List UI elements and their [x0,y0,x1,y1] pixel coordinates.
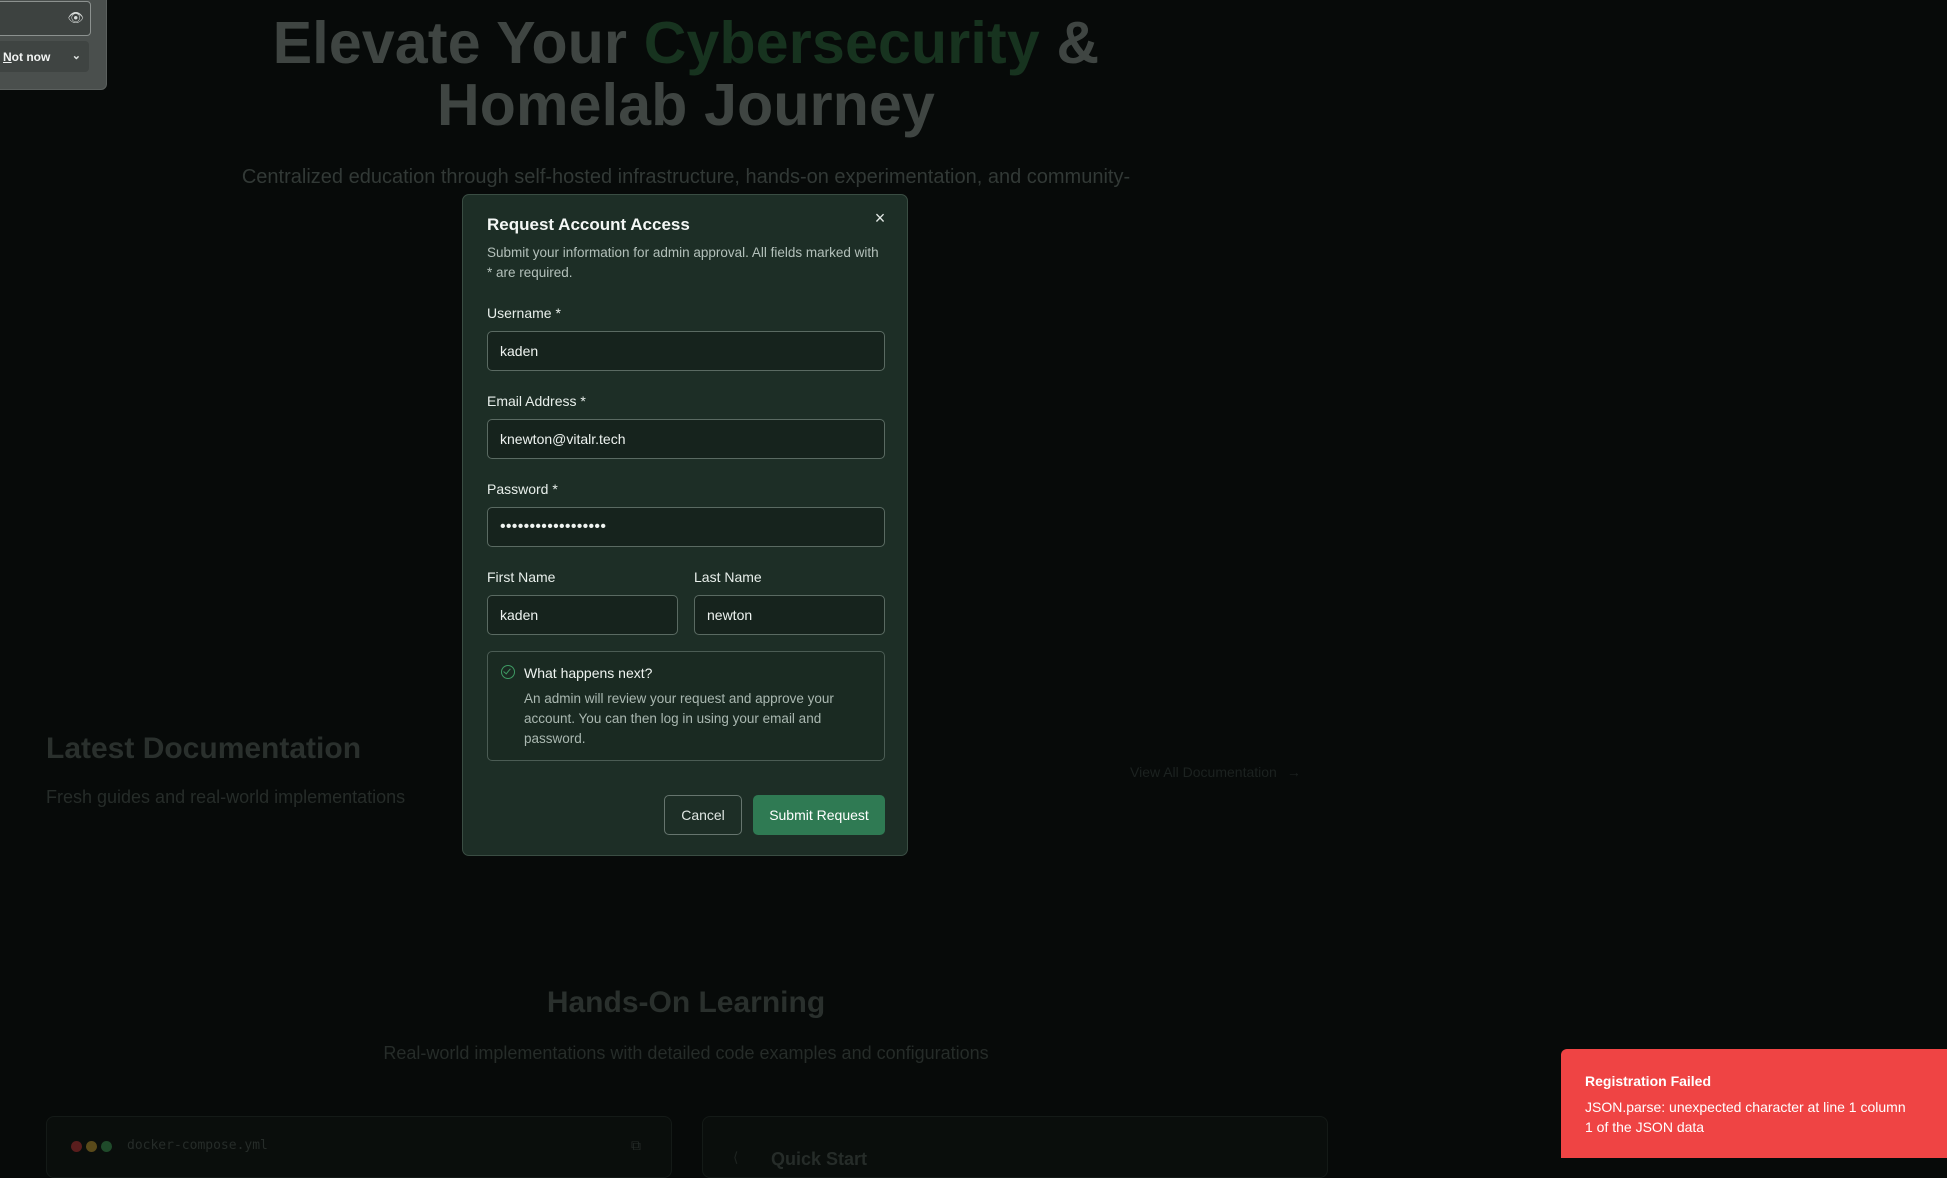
docs-section-title: Latest Documentation [46,732,362,765]
password-field[interactable] [487,507,885,547]
hands-on-subtitle: Real-world implementations with detailed… [383,1043,989,1063]
modal-description: Submit your information for admin approv… [487,245,879,280]
check-circle-icon [501,665,515,679]
green-dot-icon [101,1141,112,1152]
docs-section-subtitle: Fresh guides and real-world implementati… [46,787,406,807]
hero-title-accent: Cybersecurity [643,10,1040,76]
view-all-docs-label: View All Documentation [1130,764,1277,780]
password-label: Password * [487,481,558,497]
yellow-dot-icon [86,1141,97,1152]
last-name-field[interactable] [694,595,885,635]
info-text: An admin will review your request and ap… [524,691,834,746]
copy-icon[interactable]: ⧉ [631,1137,641,1154]
toast-title: Registration Failed [1585,1073,1712,1089]
submit-request-button[interactable]: Submit Request [753,795,885,835]
close-icon[interactable]: × [871,209,889,227]
code-filename: docker-compose.yml [127,1138,268,1153]
hero-title-line2: Homelab Journey [436,72,936,138]
email-label: Email Address * [487,393,586,409]
error-toast[interactable]: Registration Failed JSON.parse: unexpect… [1561,1049,1947,1158]
eye-icon[interactable]: 👁 [67,10,84,26]
password-manager-popup: 👁 Not now ⌄ [0,0,107,90]
first-name-field[interactable] [487,595,678,635]
request-access-modal: × Request Account Access Submit your inf… [462,194,908,856]
arrow-right-icon: → [1286,764,1301,780]
first-name-label: First Name [487,569,556,585]
window-dots [71,1141,112,1152]
red-dot-icon [71,1141,82,1152]
modal-title: Request Account Access [487,215,690,234]
email-field[interactable] [487,419,885,459]
username-label: Username * [487,305,561,321]
last-name-label: Last Name [694,569,762,585]
not-now-label: Not now [3,49,51,64]
username-field[interactable] [487,331,885,371]
cancel-button[interactable]: Cancel [664,795,742,835]
hero-title: Elevate Your Cybersecurity & Homelab Jou… [0,12,1372,136]
info-title: What happens next? [524,665,653,681]
code-card: docker-compose.yml ⧉ [46,1116,672,1178]
chevron-down-icon[interactable]: ⌄ [72,49,81,62]
toast-message: JSON.parse: unexpected character at line… [1585,1099,1906,1135]
password-preview-field[interactable]: 👁 [0,1,91,36]
info-box: What happens next? An admin will review … [487,651,885,761]
hands-on-title: Hands-On Learning [546,986,826,1019]
not-now-button[interactable]: Not now ⌄ [0,41,89,72]
quick-start-card: ⟨ Quick Start [702,1116,1328,1178]
hero-title-part1: Elevate Your [272,10,644,76]
quick-start-title: Quick Start [771,1149,868,1169]
hero-title-part2: & [1039,10,1100,76]
view-all-docs-link[interactable]: View All Documentation → [1130,764,1301,780]
